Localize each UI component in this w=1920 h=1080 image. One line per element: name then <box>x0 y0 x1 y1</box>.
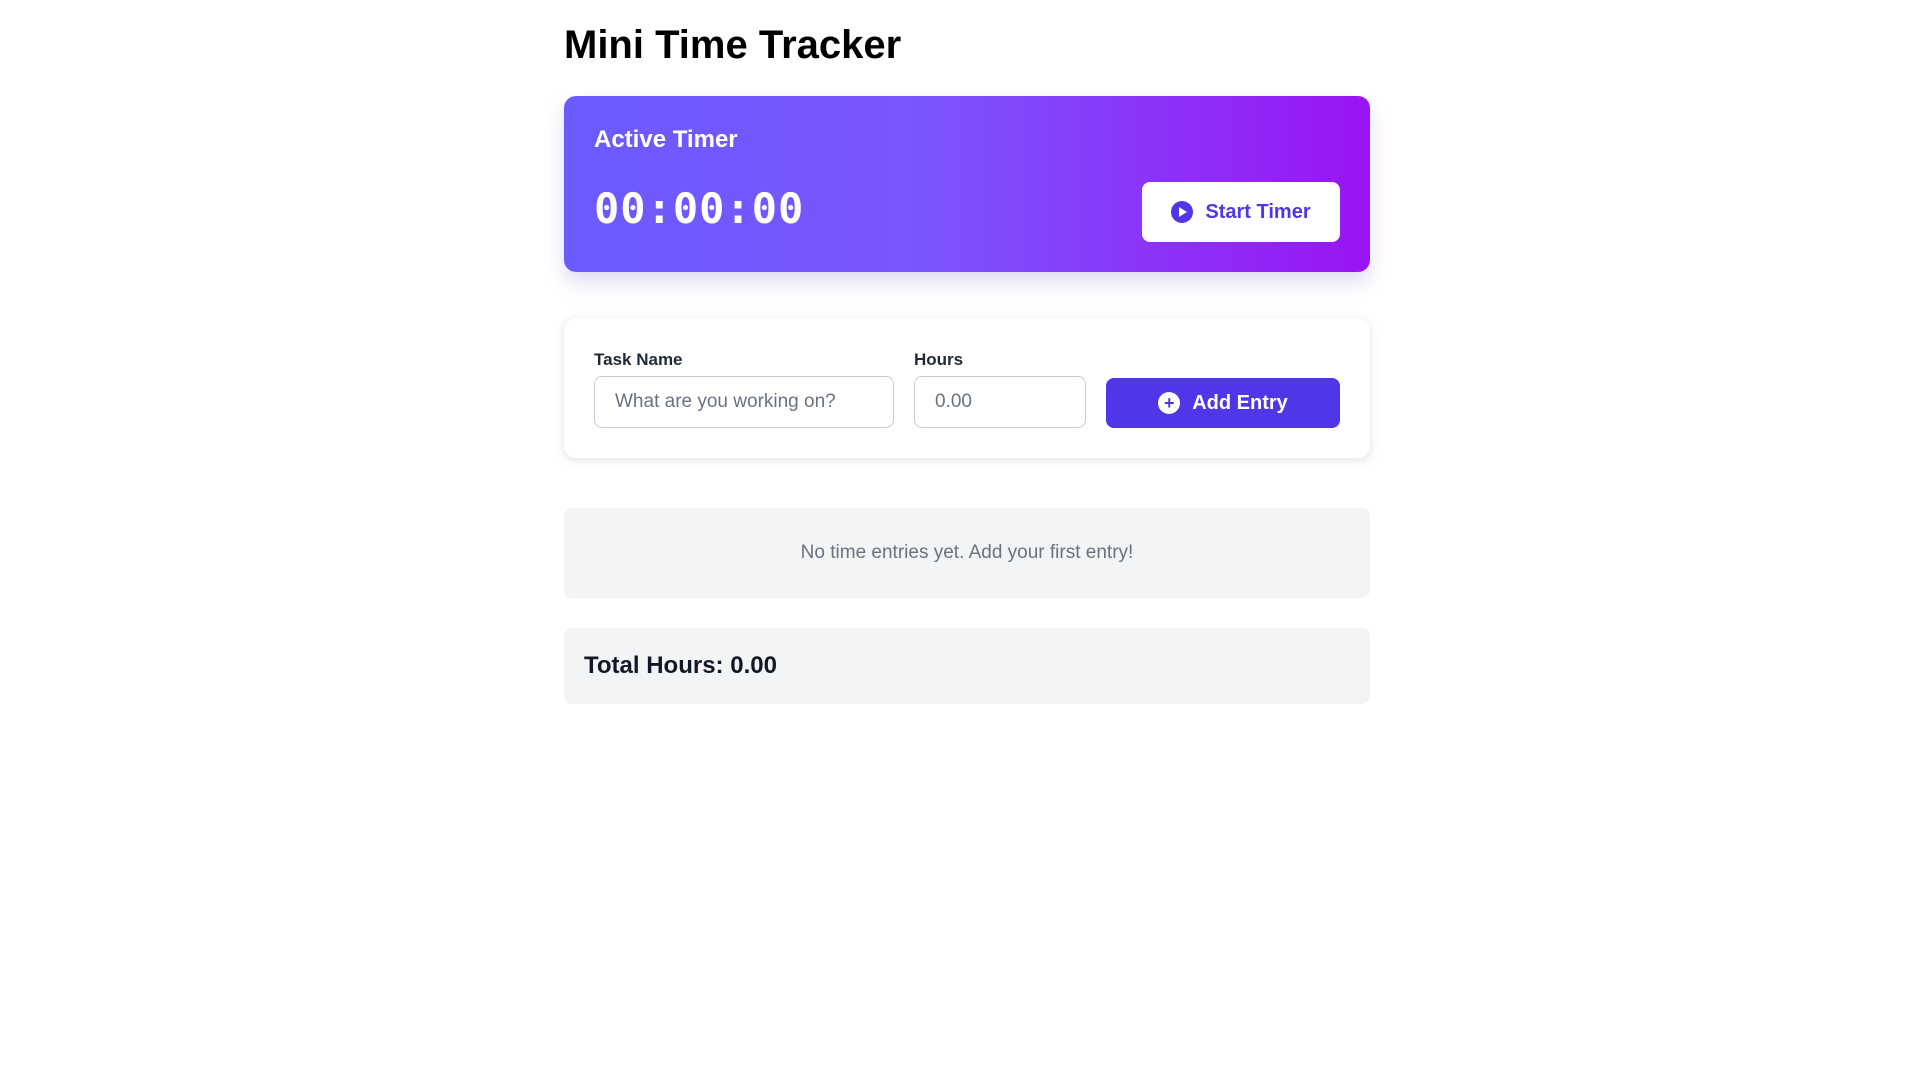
page-title: Mini Time Tracker <box>564 23 902 67</box>
start-timer-button[interactable]: Start Timer <box>1142 182 1340 242</box>
task-name-label: Task Name <box>594 350 683 369</box>
timer-display: 00:00:00 <box>594 184 805 233</box>
start-timer-label: Start Timer <box>1205 200 1311 223</box>
entries-empty-state: No time entries yet. Add your first entr… <box>564 508 1370 598</box>
play-circle-icon <box>1171 201 1194 223</box>
active-timer-card: Active Timer 00:00:00 Start Timer <box>564 96 1370 272</box>
add-entry-label: Add Entry <box>1192 391 1288 414</box>
total-hours-summary: Total Hours: 0.00 <box>564 628 1370 704</box>
hours-input[interactable] <box>914 376 1086 428</box>
timer-heading: Active Timer <box>594 126 738 153</box>
plus-circle-icon: + <box>1158 392 1181 414</box>
hours-label: Hours <box>914 350 964 369</box>
entry-form-card: Task Name Hours + Add Entry <box>564 318 1370 458</box>
add-entry-button[interactable]: + Add Entry <box>1106 378 1340 428</box>
task-name-input[interactable] <box>594 376 894 428</box>
app-container: Mini Time Tracker Active Timer 00:00:00 … <box>564 0 1370 704</box>
